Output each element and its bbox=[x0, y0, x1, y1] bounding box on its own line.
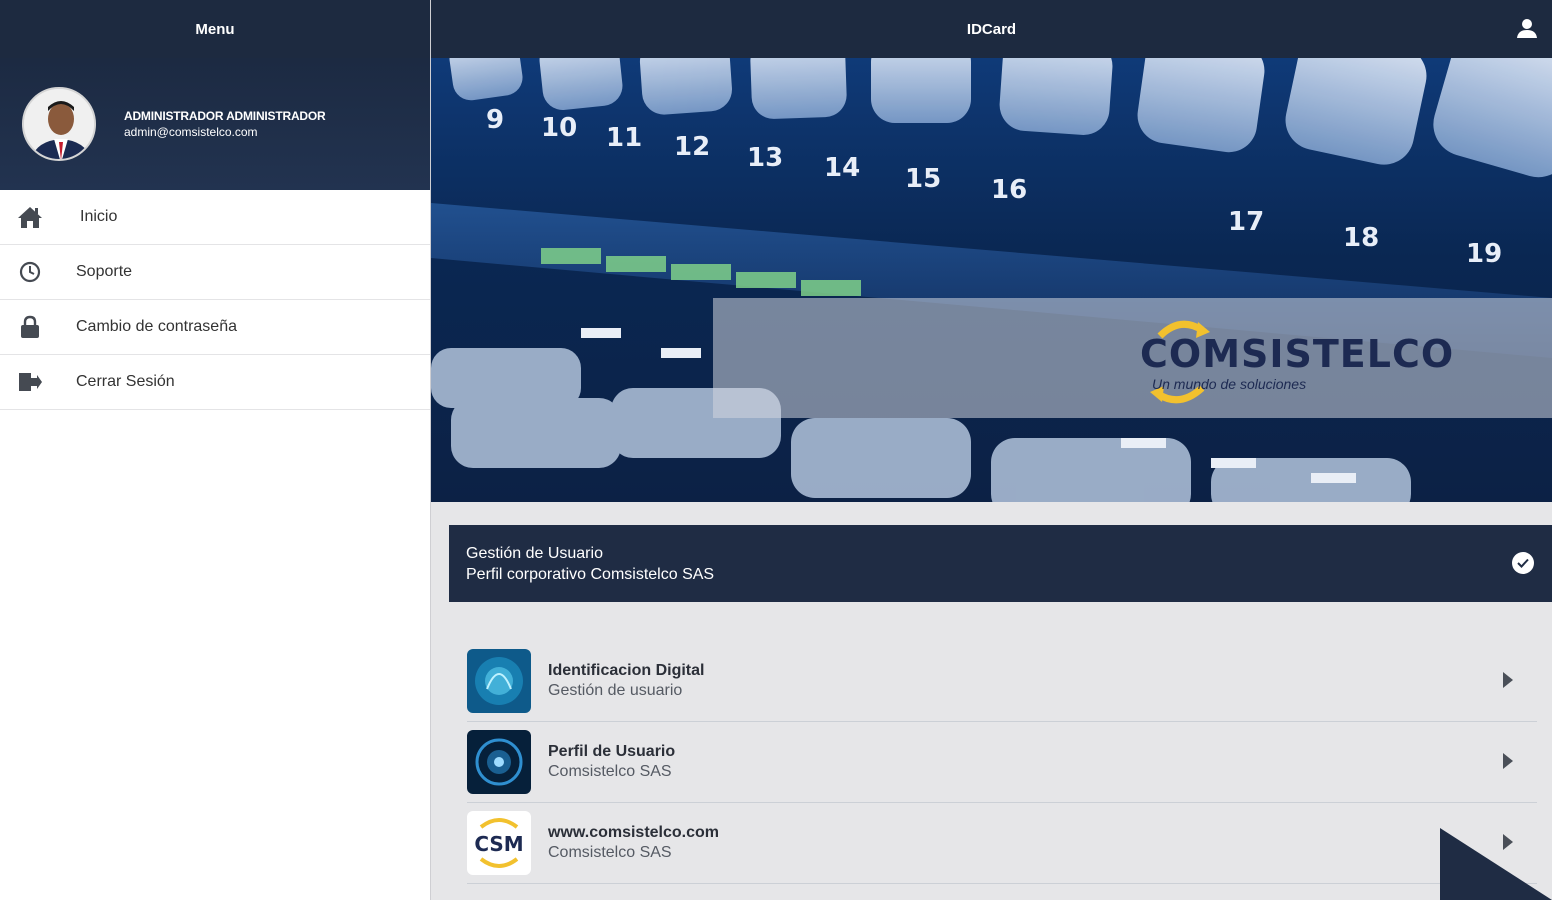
svg-text:11: 11 bbox=[606, 123, 642, 153]
section-header: Gestión de Usuario Perfil corporativo Co… bbox=[449, 525, 1552, 602]
chevron-right-icon bbox=[1503, 672, 1513, 688]
svg-text:10: 10 bbox=[541, 113, 577, 143]
section-subtitle: Perfil corporativo Comsistelco SAS bbox=[466, 566, 715, 583]
list-item-perfil-usuario[interactable]: Perfil de Usuario Comsistelco SAS bbox=[467, 722, 1537, 803]
user-profile: ADMINISTRADOR ADMINISTRADOR admin@comsis… bbox=[0, 58, 430, 190]
svg-text:19: 19 bbox=[1466, 239, 1502, 269]
lock-icon bbox=[16, 313, 44, 341]
digital-id-thumbnail bbox=[467, 649, 531, 713]
list-item-subtitle: Gestión de usuario bbox=[548, 682, 683, 699]
sidebar-item-cambio-contrasena[interactable]: Cambio de contraseña bbox=[0, 300, 430, 355]
logo-text: COMSISTELCO bbox=[1140, 332, 1455, 376]
check-icon bbox=[1512, 552, 1534, 574]
page-title: IDCard bbox=[966, 20, 1017, 38]
list-item-subtitle: Comsistelco SAS bbox=[548, 763, 672, 780]
section-title: Gestión de Usuario bbox=[466, 545, 603, 562]
logo-overlay: COMSISTELCO Un mundo de soluciones bbox=[713, 298, 1552, 418]
sidebar-item-soporte[interactable]: Soporte bbox=[0, 245, 430, 300]
comsistelco-logo: COMSISTELCO Un mundo de soluciones bbox=[1140, 316, 1460, 406]
csm-logo-thumbnail: CSM bbox=[467, 811, 531, 875]
svg-text:CSM: CSM bbox=[474, 832, 523, 856]
network-banner-image: 9 10 11 12 13 14 15 16 17 18 19 COMSISTE… bbox=[431, 58, 1552, 502]
avatar bbox=[22, 87, 96, 161]
svg-text:14: 14 bbox=[824, 153, 860, 183]
list-item-website[interactable]: CSM www.comsistelco.com Comsistelco SAS bbox=[467, 803, 1537, 884]
chevron-right-icon bbox=[1503, 753, 1513, 769]
support-icon bbox=[16, 258, 44, 286]
user-name: ADMINISTRADOR ADMINISTRADOR bbox=[124, 109, 326, 123]
list-item-subtitle: Comsistelco SAS bbox=[548, 844, 672, 861]
user-email: admin@comsistelco.com bbox=[124, 125, 258, 139]
sidebar-menu: Menu ADMINISTRADOR ADMINISTRADOR admin@c… bbox=[0, 0, 431, 900]
main-content: IDCard 9 10 11 12 13 14 15 16 17 18 19 C… bbox=[431, 0, 1552, 900]
svg-text:17: 17 bbox=[1228, 207, 1264, 237]
logout-icon bbox=[16, 368, 44, 396]
list-item-title: Identificacion Digital bbox=[548, 662, 705, 679]
sidebar-item-cerrar-sesion[interactable]: Cerrar Sesión bbox=[0, 355, 430, 410]
sidebar-title: Menu bbox=[0, 0, 430, 58]
sidebar-nav: Inicio Soporte Cambio de contraseña Cerr… bbox=[0, 190, 430, 410]
list-item-identificacion-digital[interactable]: Identificacion Digital Gestión de usuari… bbox=[467, 641, 1537, 722]
corner-decoration bbox=[1440, 828, 1552, 900]
svg-text:9: 9 bbox=[486, 105, 504, 135]
sidebar-item-inicio[interactable]: Inicio bbox=[0, 190, 430, 245]
logo-tagline: Un mundo de soluciones bbox=[1152, 376, 1307, 392]
sidebar-item-label: Inicio bbox=[80, 208, 118, 225]
sidebar-item-label: Soporte bbox=[76, 263, 133, 280]
app-header: IDCard bbox=[431, 0, 1552, 58]
sidebar-item-label: Cambio de contraseña bbox=[76, 318, 237, 335]
svg-text:15: 15 bbox=[905, 164, 941, 194]
list-item-title: Perfil de Usuario bbox=[548, 743, 676, 760]
svg-text:18: 18 bbox=[1343, 223, 1379, 253]
sidebar-item-label: Cerrar Sesión bbox=[76, 373, 175, 390]
options-list: Identificacion Digital Gestión de usuari… bbox=[467, 641, 1537, 884]
profile-thumbnail bbox=[467, 730, 531, 794]
svg-text:12: 12 bbox=[674, 132, 710, 162]
svg-text:16: 16 bbox=[991, 175, 1027, 205]
home-icon bbox=[16, 203, 44, 231]
svg-text:13: 13 bbox=[747, 143, 783, 173]
list-item-title: www.comsistelco.com bbox=[548, 824, 720, 841]
user-icon[interactable] bbox=[1514, 15, 1540, 41]
